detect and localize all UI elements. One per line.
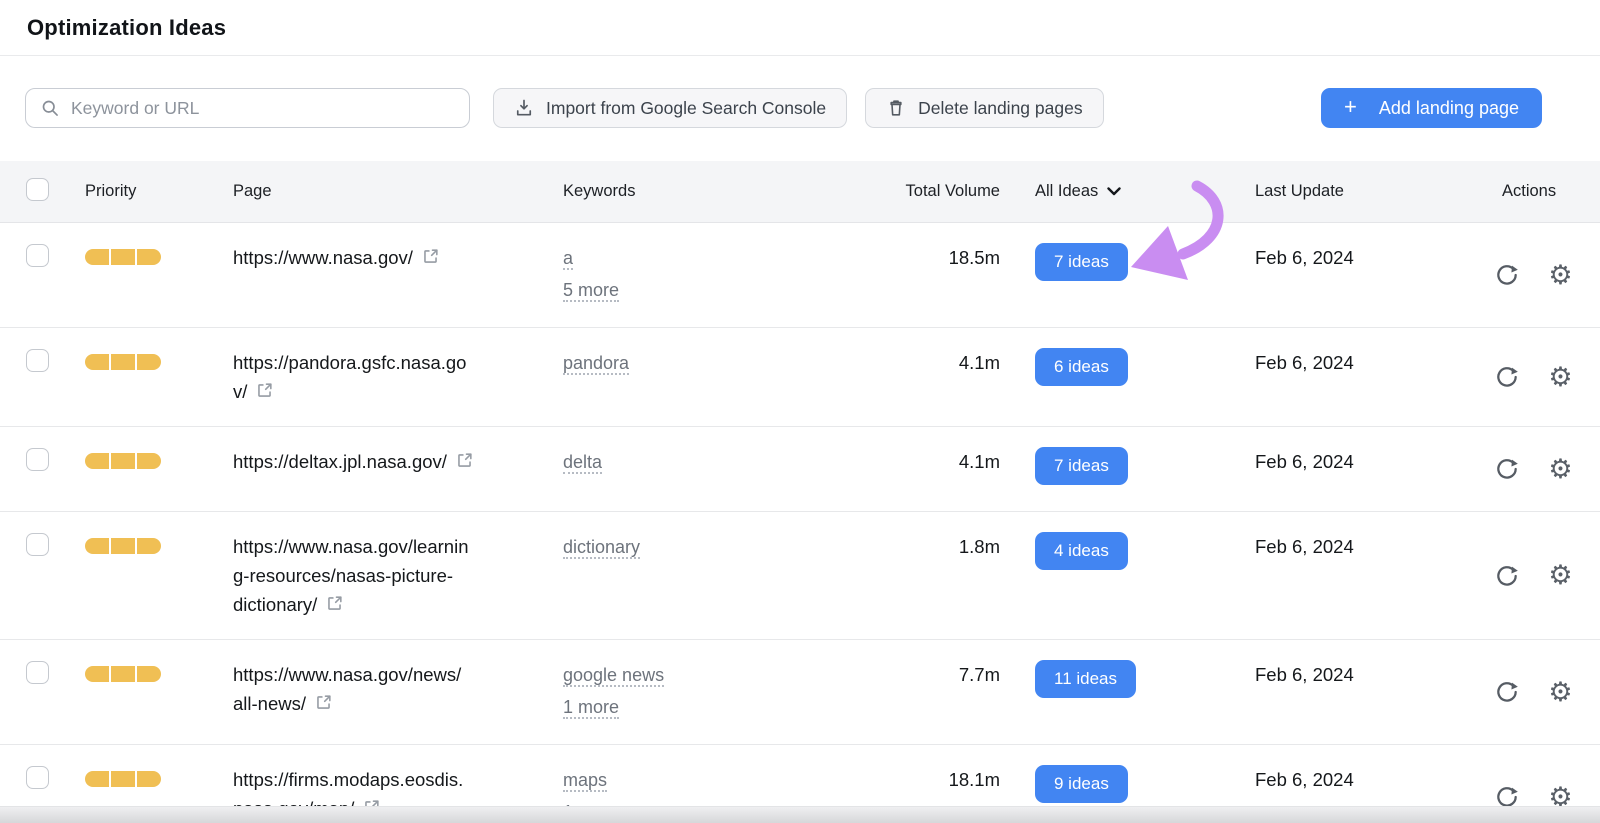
page-url: https://deltax.jpl.nasa.gov/ (233, 447, 563, 476)
delete-landing-pages-label: Delete landing pages (918, 98, 1082, 119)
total-volume-value: 4.1m (883, 348, 1000, 377)
total-volume-value: 1.8m (883, 532, 1000, 561)
external-link-icon[interactable] (255, 381, 274, 400)
keyword-link[interactable]: pandora (563, 353, 629, 375)
row-checkbox[interactable] (26, 448, 49, 471)
priority-indicator (85, 453, 161, 469)
table-header: Priority Page Keywords Total Volume All … (0, 161, 1600, 223)
total-volume-value: 18.5m (883, 243, 1000, 272)
priority-indicator (85, 249, 161, 265)
search-box (25, 88, 470, 128)
import-gsc-label: Import from Google Search Console (546, 98, 826, 119)
row-checkbox[interactable] (26, 244, 49, 267)
refresh-icon[interactable] (1493, 456, 1520, 483)
page-url: https://pandora.gsfc.nasa.gov/ (233, 348, 563, 406)
last-update-value: Feb 6, 2024 (1255, 765, 1470, 794)
bottom-edge-strip (0, 806, 1600, 823)
last-update-value: Feb 6, 2024 (1255, 348, 1470, 377)
priority-indicator (85, 666, 161, 682)
page-url: https://www.nasa.gov/news/all-news/ (233, 660, 563, 718)
header-all-ideas-dropdown[interactable]: All Ideas (1035, 182, 1255, 201)
total-volume-value: 7.7m (883, 660, 1000, 689)
chevron-down-icon (1107, 187, 1121, 196)
ideas-button[interactable]: 4 ideas (1035, 532, 1128, 570)
priority-indicator (85, 354, 161, 370)
keyword-link[interactable]: a (563, 248, 573, 270)
more-keywords-link[interactable]: 5 more (563, 280, 619, 302)
external-link-icon[interactable] (455, 451, 474, 470)
gear-icon[interactable]: ⚙ (1547, 364, 1574, 391)
add-landing-page-label: Add landing page (1379, 98, 1519, 119)
ideas-button[interactable]: 9 ideas (1035, 765, 1128, 803)
total-volume-value: 4.1m (883, 447, 1000, 476)
row-checkbox[interactable] (26, 661, 49, 684)
toolbar: Import from Google Search Console Delete… (25, 88, 1542, 128)
more-keywords-link[interactable]: 1 more (563, 697, 619, 719)
ideas-button[interactable]: 7 ideas (1035, 447, 1128, 485)
ideas-button[interactable]: 7 ideas (1035, 243, 1128, 281)
ideas-button[interactable]: 11 ideas (1035, 660, 1136, 698)
refresh-icon[interactable] (1493, 364, 1520, 391)
title-bar: Optimization Ideas (0, 0, 1600, 56)
import-gsc-button[interactable]: Import from Google Search Console (493, 88, 847, 128)
plus-icon: + (1344, 96, 1357, 118)
priority-indicator (85, 538, 161, 554)
total-volume-value: 18.1m (883, 765, 1000, 794)
header-priority: Priority (85, 182, 233, 201)
last-update-value: Feb 6, 2024 (1255, 447, 1470, 476)
page-url: https://www.nasa.gov/learning-resources/… (233, 532, 563, 619)
table-row: https://deltax.jpl.nasa.gov/ delta 4.1m … (0, 427, 1600, 512)
last-update-value: Feb 6, 2024 (1255, 660, 1470, 689)
refresh-icon[interactable] (1493, 679, 1520, 706)
gear-icon[interactable]: ⚙ (1547, 562, 1574, 589)
keyword-link[interactable]: google news (563, 665, 664, 687)
refresh-icon[interactable] (1493, 562, 1520, 589)
select-all-checkbox[interactable] (26, 178, 49, 201)
add-landing-page-button[interactable]: + Add landing page (1321, 88, 1542, 128)
table-row: https://pandora.gsfc.nasa.gov/ pandora 4… (0, 328, 1600, 427)
header-total-volume: Total Volume (883, 182, 1000, 201)
keyword-link[interactable]: delta (563, 452, 602, 474)
search-input[interactable] (71, 98, 455, 119)
external-link-icon[interactable] (421, 247, 440, 266)
download-icon (514, 98, 534, 118)
header-actions: Actions (1470, 182, 1600, 201)
keyword-link[interactable]: dictionary (563, 537, 640, 559)
row-checkbox[interactable] (26, 349, 49, 372)
trash-icon (886, 98, 906, 118)
keyword-link[interactable]: maps (563, 770, 607, 792)
header-keywords: Keywords (563, 182, 883, 201)
table-row: https://www.nasa.gov/ a 5 more 18.5m 7 i… (0, 223, 1600, 328)
refresh-icon[interactable] (1493, 262, 1520, 289)
header-page: Page (233, 182, 563, 201)
page-url: https://www.nasa.gov/ (233, 243, 563, 272)
gear-icon[interactable]: ⚙ (1547, 262, 1574, 289)
table-row: https://www.nasa.gov/learning-resources/… (0, 512, 1600, 640)
table-row: https://www.nasa.gov/news/all-news/ goog… (0, 640, 1600, 745)
delete-landing-pages-button[interactable]: Delete landing pages (865, 88, 1103, 128)
gear-icon[interactable]: ⚙ (1547, 679, 1574, 706)
search-icon (40, 98, 60, 118)
optimization-ideas-page: Optimization Ideas Import from Google Se… (0, 0, 1600, 823)
row-checkbox[interactable] (26, 766, 49, 789)
last-update-value: Feb 6, 2024 (1255, 243, 1470, 272)
header-last-update: Last Update (1255, 182, 1470, 201)
ideas-button[interactable]: 6 ideas (1035, 348, 1128, 386)
last-update-value: Feb 6, 2024 (1255, 532, 1470, 561)
page-title: Optimization Ideas (27, 15, 226, 41)
external-link-icon[interactable] (325, 594, 344, 613)
external-link-icon[interactable] (314, 693, 333, 712)
row-checkbox[interactable] (26, 533, 49, 556)
priority-indicator (85, 771, 161, 787)
gear-icon[interactable]: ⚙ (1547, 456, 1574, 483)
